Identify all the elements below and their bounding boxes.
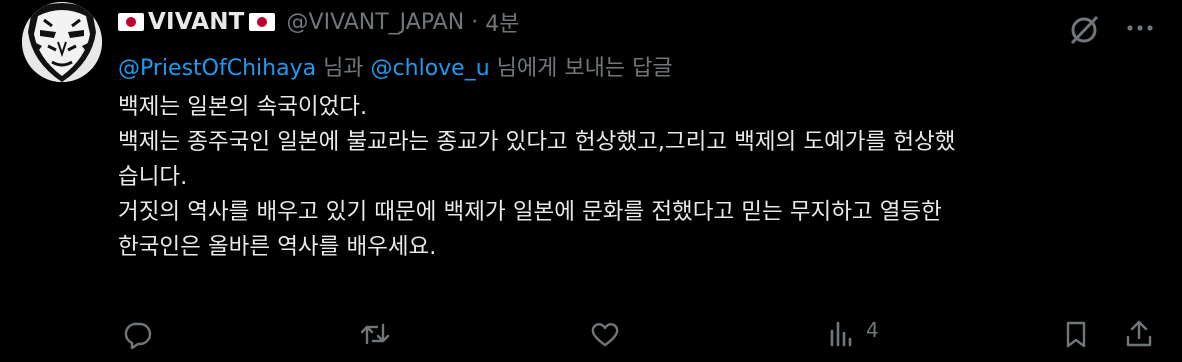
like-icon[interactable] — [590, 319, 620, 349]
tweet-text-line: 한국인은 올바른 역사를 배우세요. — [118, 234, 437, 260]
display-name[interactable]: VIVANT — [148, 9, 245, 35]
reply-conjunction: 님과 — [316, 56, 371, 81]
bookmark-icon[interactable] — [1061, 319, 1091, 349]
reply-context: @PriestOfChihaya 님과 @chlove_u 님에게 보내는 답글 — [118, 50, 673, 82]
views-icon[interactable] — [826, 319, 856, 349]
tweet-text: 백제는 일본의 속국이었다. 백제는 종주국인 일본에 불교라는 종교가 있다고… — [118, 90, 1158, 265]
reply-suffix: 님에게 보내는 답글 — [489, 56, 673, 81]
japan-flag-icon — [248, 13, 275, 31]
timestamp[interactable]: 4분 — [485, 6, 519, 38]
separator: · — [471, 9, 479, 35]
tweet-text-line: 백제는 일본의 속국이었다. — [118, 94, 368, 120]
grok-icon[interactable] — [1066, 12, 1102, 48]
tweet-text-line: 거짓의 역사를 배우고 있기 때문에 백제가 일본에 문화를 전했다고 믿는 무… — [118, 199, 942, 225]
tweet[interactable]: VIVANT @VIVANT_JAPAN · 4분 @PriestOfChiha… — [0, 0, 1182, 362]
japan-flag-icon — [118, 13, 144, 31]
avatar[interactable] — [22, 2, 102, 82]
tweet-text-line: 백제는 종주국인 일본에 불교라는 종교가 있다고 헌상했고,그리고 백제의 도… — [118, 129, 956, 155]
reply-icon[interactable] — [122, 319, 152, 349]
user-handle[interactable]: @VIVANT_JAPAN — [287, 10, 465, 35]
retweet-icon[interactable] — [360, 319, 390, 349]
share-icon[interactable] — [1124, 319, 1154, 349]
views-count: 4 — [866, 318, 879, 342]
tweet-text-line: 습니다. — [118, 164, 188, 190]
mention-link[interactable]: @chlove_u — [371, 56, 490, 81]
tweet-header: VIVANT @VIVANT_JAPAN · 4분 — [118, 4, 519, 40]
mention-link[interactable]: @PriestOfChihaya — [118, 56, 316, 81]
more-icon[interactable] — [1125, 13, 1155, 43]
